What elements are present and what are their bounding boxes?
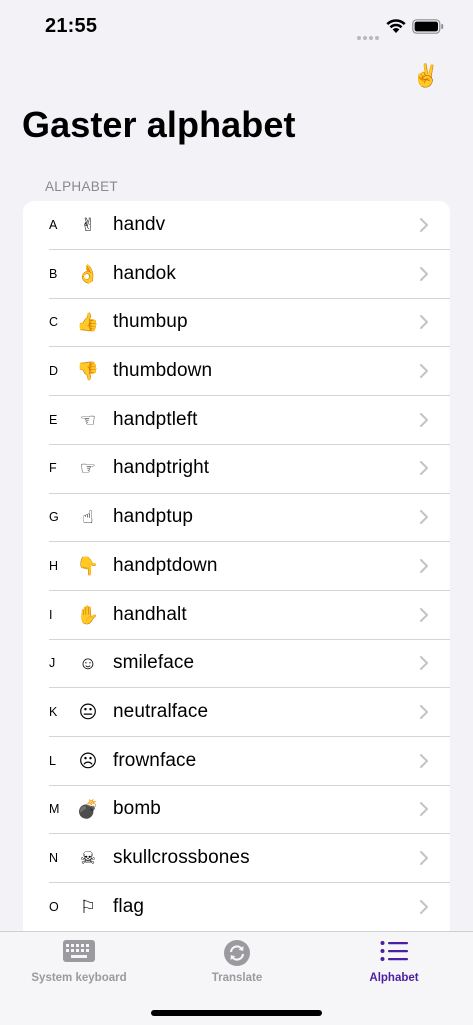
keyboard-icon <box>63 940 95 962</box>
chevron-right-icon <box>420 315 428 330</box>
cellular-signal-icon <box>357 27 381 40</box>
chevron-right-icon <box>420 461 428 476</box>
row-name: flag <box>113 895 145 917</box>
list-row-bomb[interactable]: M 💣 bomb <box>23 785 450 834</box>
tab-alphabet[interactable]: Alphabet <box>315 932 473 992</box>
row-name: handptright <box>113 457 210 479</box>
status-bar: 21:55 <box>0 0 473 54</box>
skullcrossbones-icon: ☠ <box>79 847 97 868</box>
list-row-flag[interactable]: O ⚐ flag <box>23 883 450 932</box>
flag-icon: ⚐ <box>79 896 97 917</box>
chevron-right-icon <box>420 510 428 525</box>
row-letter: C <box>49 315 59 330</box>
list-row-skullcrossbones[interactable]: N ☠ skullcrossbones <box>23 834 450 883</box>
row-name: bomb <box>113 798 161 820</box>
row-name: frownface <box>113 749 197 771</box>
bomb-icon: 💣 <box>76 799 100 820</box>
handok-icon: 👌 <box>76 263 100 284</box>
tab-label: Alphabet <box>369 972 419 984</box>
thumbup-icon: 👍 <box>76 312 100 333</box>
handptleft-icon: ☜ <box>79 409 97 430</box>
tab-translate[interactable]: Translate <box>158 932 316 992</box>
row-letter: M <box>49 802 60 817</box>
home-indicator <box>151 1010 322 1016</box>
row-name: handptleft <box>113 408 198 430</box>
row-letter: H <box>49 558 59 573</box>
row-letter: L <box>49 753 56 768</box>
list-row-thumbup[interactable]: C 👍 thumbup <box>23 298 450 347</box>
handptdown-icon: 👇 <box>76 555 100 576</box>
alphabet-list: A ✌ handv B 👌 handok C 👍 thumbup D 👎 thumbdown E ☜ han… <box>23 201 450 941</box>
row-name: thumbdown <box>113 360 213 382</box>
smileface-icon: ☺ <box>78 653 98 674</box>
row-name: skullcrossbones <box>113 846 250 868</box>
chevron-right-icon <box>420 802 428 817</box>
chevron-right-icon <box>420 607 428 622</box>
handhalt-icon: ✋ <box>76 604 100 625</box>
row-name: thumbup <box>113 311 188 333</box>
list-icon <box>380 941 408 961</box>
status-time: 21:55 <box>45 15 98 37</box>
row-letter: D <box>49 364 59 379</box>
handptright-icon: ☞ <box>79 458 97 479</box>
thumbdown-icon: 👎 <box>76 361 100 382</box>
chevron-right-icon <box>420 899 428 914</box>
battery-icon <box>412 19 444 34</box>
list-row-frownface[interactable]: L ☹ frownface <box>23 737 450 786</box>
handptup-icon: ☝ <box>82 507 94 528</box>
row-letter: K <box>49 704 58 719</box>
row-name: neutralface <box>113 700 209 722</box>
tab-label: Translate <box>211 972 263 984</box>
row-letter: F <box>49 461 57 476</box>
row-letter: E <box>49 412 58 427</box>
row-letter: I <box>49 607 53 622</box>
chevron-right-icon <box>420 558 428 573</box>
chevron-right-icon <box>420 850 428 865</box>
row-letter: N <box>49 850 59 865</box>
list-row-handv[interactable]: A ✌ handv <box>23 201 450 250</box>
chevron-right-icon <box>420 656 428 671</box>
row-name: handhalt <box>113 603 187 625</box>
list-row-handhalt[interactable]: I ✋ handhalt <box>23 591 450 640</box>
row-letter: A <box>49 218 58 232</box>
wifi-icon <box>386 19 406 33</box>
row-name: handptdown <box>113 554 218 576</box>
list-row-handptup[interactable]: G ☝ handptup <box>23 493 450 542</box>
tab-bar: System keyboard Translate Alphabet <box>0 931 473 1025</box>
neutralface-icon: 😐 <box>78 701 98 722</box>
chevron-right-icon <box>420 218 428 232</box>
row-name: handptup <box>113 506 194 528</box>
row-letter: O <box>49 899 59 914</box>
section-header: ALPHABET <box>45 179 118 194</box>
list-row-thumbdown[interactable]: D 👎 thumbdown <box>23 347 450 396</box>
list-row-handok[interactable]: B 👌 handok <box>23 250 450 299</box>
handv-icon: ✌ <box>80 215 96 235</box>
chevron-right-icon <box>420 266 428 281</box>
chevron-right-icon <box>420 412 428 427</box>
row-name: handok <box>113 262 176 284</box>
list-row-smileface[interactable]: J ☺ smileface <box>23 639 450 688</box>
row-name: handv <box>113 214 166 235</box>
list-row-handptdown[interactable]: H 👇 handptdown <box>23 542 450 591</box>
row-name: smileface <box>113 652 195 674</box>
list-row-handptleft[interactable]: E ☜ handptleft <box>23 396 450 445</box>
chevron-right-icon <box>420 753 428 768</box>
frownface-icon: ☹ <box>78 750 98 771</box>
page-title: Gaster alphabet <box>22 104 296 145</box>
row-letter: J <box>49 656 56 671</box>
tab-label: System keyboard <box>31 972 127 984</box>
tab-system-keyboard[interactable]: System keyboard <box>0 932 158 992</box>
chevron-right-icon <box>420 704 428 719</box>
row-letter: G <box>49 510 59 525</box>
list-row-handptright[interactable]: F ☞ handptright <box>23 444 450 493</box>
translate-icon <box>224 940 250 966</box>
chevron-right-icon <box>420 364 428 379</box>
list-row-neutralface[interactable]: K 😐 neutralface <box>23 688 450 737</box>
victory-hand-button[interactable]: ✌️ <box>412 63 439 89</box>
row-letter: B <box>49 266 58 281</box>
